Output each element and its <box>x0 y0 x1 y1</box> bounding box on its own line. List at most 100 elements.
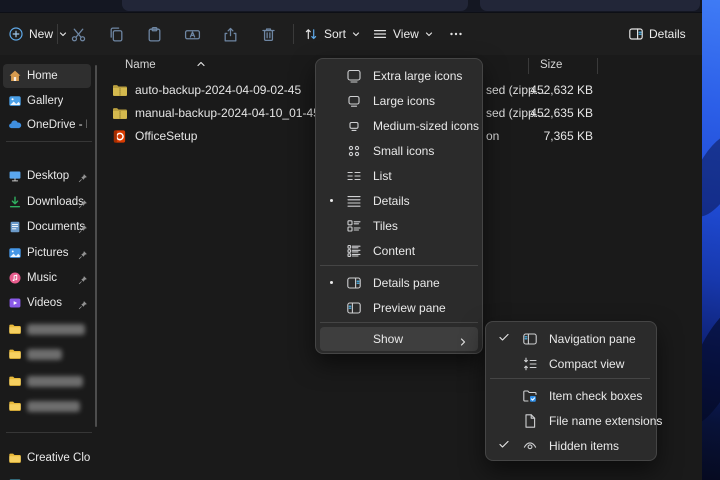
submenu-item-item-check-boxes[interactable]: Item check boxes <box>490 383 650 408</box>
see-more-button[interactable] <box>448 20 464 48</box>
sidebar-item-onedrive[interactable]: OneDrive - Pers <box>3 113 91 137</box>
submenu-item-navigation-pane[interactable]: Navigation pane <box>490 326 650 351</box>
rename-button[interactable] <box>184 20 201 48</box>
file-size: 7,365 KB <box>483 129 593 143</box>
sidebar-item-label: Gallery <box>27 95 63 107</box>
list-icon <box>346 168 362 184</box>
file-size: 452,632 KB <box>483 83 593 97</box>
file-explorer-window: New <box>0 0 720 480</box>
medium-icons-icon <box>346 118 362 134</box>
sidebar-item-label: Documents <box>27 221 85 233</box>
redacted-label <box>27 324 85 335</box>
sidebar-item-documents[interactable]: Documents <box>3 215 91 239</box>
sidebar-item-pictures[interactable]: Pictures <box>3 241 91 265</box>
folder-icon <box>8 451 22 465</box>
tiles-icon <box>346 218 362 234</box>
redacted-label <box>27 376 83 387</box>
new-button[interactable]: New <box>8 20 68 48</box>
folder-icon <box>8 374 22 388</box>
view-button[interactable]: View <box>372 20 434 48</box>
sidebar-item-redacted[interactable] <box>3 394 91 418</box>
sidebar-item-label: Creative Cloud F <box>27 452 91 464</box>
pictures-icon <box>8 246 22 260</box>
documents-icon <box>8 220 22 234</box>
share-icon <box>222 26 239 43</box>
sidebar-item-redacted[interactable] <box>3 369 91 393</box>
search-box[interactable] <box>480 0 700 11</box>
chevron-down-icon <box>58 29 68 39</box>
content-icon <box>346 243 362 259</box>
hidden-items-icon <box>522 438 538 454</box>
menu-item-details-pane[interactable]: Details pane <box>320 270 478 295</box>
paste-icon <box>146 26 163 43</box>
chevron-down-icon <box>351 29 361 39</box>
item-checkboxes-icon <box>522 388 538 404</box>
delete-button[interactable] <box>260 20 277 48</box>
menu-item-medium-icons[interactable]: Medium-sized icons <box>320 113 478 138</box>
sort-button[interactable]: Sort <box>303 20 361 48</box>
sidebar-item-downloads[interactable]: Downloads <box>3 190 91 214</box>
sort-ascending-caret-icon <box>196 55 206 73</box>
checkmark-icon <box>498 437 512 455</box>
small-icons-icon <box>346 143 362 159</box>
sidebar-item-redacted[interactable] <box>3 317 91 341</box>
sidebar-scrollbar[interactable] <box>95 65 97 427</box>
column-divider[interactable] <box>597 58 598 74</box>
column-divider[interactable] <box>528 58 529 74</box>
submenu-item-file-name-extensions[interactable]: File name extensions <box>490 408 650 433</box>
share-button[interactable] <box>222 20 239 48</box>
onedrive-cloud-icon <box>8 118 22 132</box>
copy-icon <box>108 26 125 43</box>
desktop-icon <box>8 169 22 183</box>
menu-item-large-icons[interactable]: Large icons <box>320 88 478 113</box>
address-bar[interactable] <box>122 0 468 11</box>
sidebar-item-music[interactable]: Music <box>3 266 91 290</box>
submenu-item-hidden-items[interactable]: Hidden items <box>490 433 650 458</box>
menu-item-extra-large-icons[interactable]: Extra large icons <box>320 63 478 88</box>
office-icon <box>112 129 128 143</box>
menu-item-show[interactable]: Show <box>320 327 478 351</box>
chevron-right-icon <box>458 334 468 352</box>
sidebar-item-label: Downloads <box>27 196 84 208</box>
copy-button[interactable] <box>108 20 125 48</box>
sidebar-item-gallery[interactable]: Gallery <box>3 89 91 113</box>
view-lines-icon <box>372 26 388 42</box>
sidebar-item-home[interactable]: Home <box>3 64 91 88</box>
details-toggle-label: Details <box>649 27 686 41</box>
details-toggle-button[interactable]: Details <box>628 20 686 48</box>
view-button-label: View <box>393 27 419 41</box>
sidebar-item-this-pc-partial[interactable] <box>3 472 91 480</box>
menu-item-small-icons[interactable]: Small icons <box>320 138 478 163</box>
sort-button-label: Sort <box>324 27 346 41</box>
submenu-item-compact-view[interactable]: Compact view <box>490 351 650 376</box>
menu-item-details[interactable]: Details <box>320 188 478 213</box>
details-view-icon <box>346 193 362 209</box>
sidebar-item-creative-cloud[interactable]: Creative Cloud F <box>3 446 91 470</box>
column-header-size[interactable]: Size <box>540 59 562 71</box>
menu-item-content[interactable]: Content <box>320 238 478 263</box>
redacted-label <box>27 401 80 412</box>
large-icons-icon <box>346 93 362 109</box>
gallery-icon <box>8 94 22 108</box>
sidebar-item-desktop[interactable]: Desktop <box>3 164 91 188</box>
address-bar-strip <box>0 0 702 13</box>
rename-icon <box>184 26 201 43</box>
desktop-wallpaper <box>702 0 720 480</box>
menu-item-tiles[interactable]: Tiles <box>320 213 478 238</box>
column-header-name[interactable]: Name <box>125 59 156 71</box>
details-pane-icon <box>628 26 644 42</box>
sidebar-item-label: Pictures <box>27 247 69 259</box>
sort-arrows-icon <box>303 26 319 42</box>
menu-item-list[interactable]: List <box>320 163 478 188</box>
cut-icon <box>70 26 87 43</box>
sidebar-divider <box>6 141 92 142</box>
file-name: manual-backup-2024-04-10_01-45 <box>135 106 320 120</box>
sidebar-item-videos[interactable]: Videos <box>3 291 91 315</box>
pin-icon <box>78 196 88 214</box>
sidebar-item-redacted[interactable] <box>3 342 91 366</box>
menu-separator <box>320 322 478 323</box>
folder-icon <box>8 399 22 413</box>
paste-button[interactable] <box>146 20 163 48</box>
cut-button[interactable] <box>70 20 87 48</box>
menu-item-preview-pane[interactable]: Preview pane <box>320 295 478 320</box>
